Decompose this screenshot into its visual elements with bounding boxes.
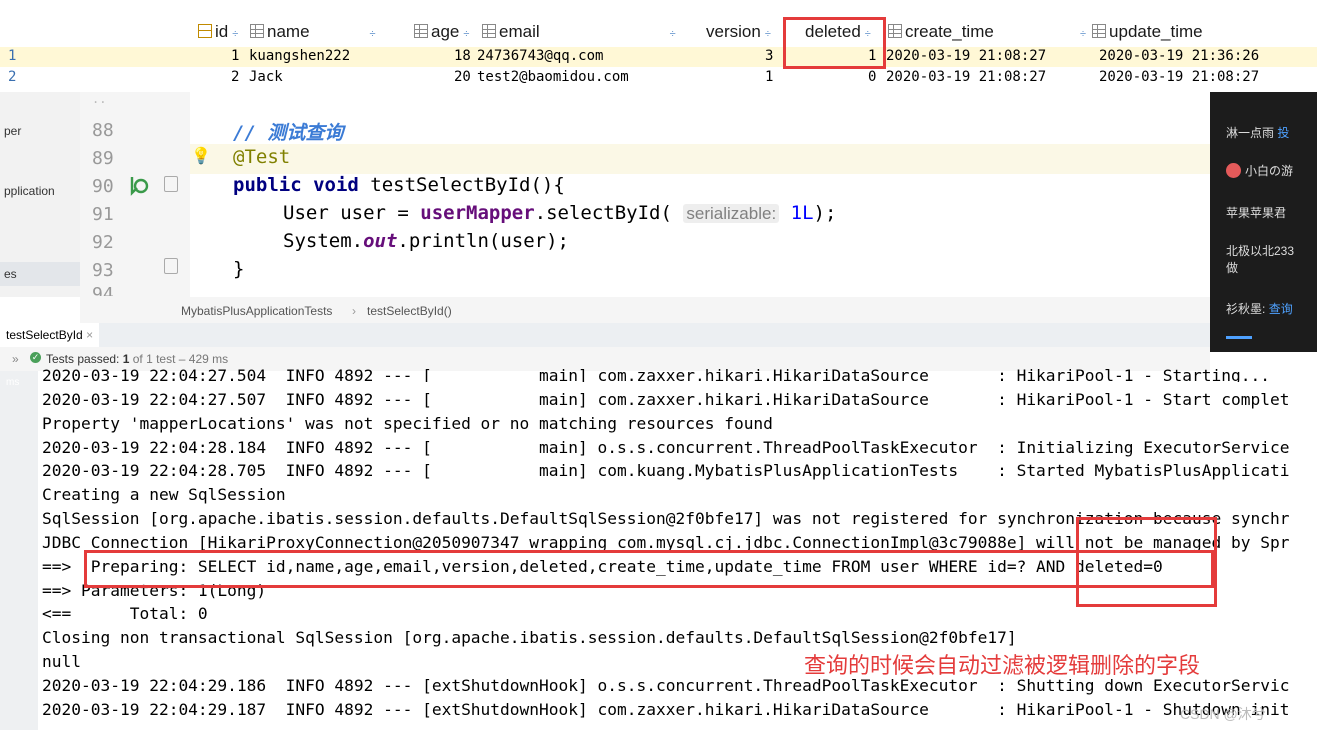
- project-sidebar: per pplication es: [0, 92, 80, 297]
- code-closing-brace: }: [233, 258, 245, 280]
- comment-item[interactable]: 北极以北233 做: [1226, 242, 1294, 276]
- project-item[interactable]: pplication: [4, 184, 55, 198]
- code-print-line: System.out.println(user);: [283, 230, 569, 252]
- code-method-signature: public void testSelectById(){: [233, 174, 565, 196]
- line-number: 91: [92, 204, 114, 225]
- table-column-icon: [482, 24, 496, 38]
- line-number: 88: [92, 120, 114, 141]
- table-row[interactable]: 1 1 kuangshen222 18 24736743@qq.com 3 1 …: [0, 47, 1317, 67]
- cell-age[interactable]: 20: [454, 69, 471, 85]
- cell-version[interactable]: 3: [765, 48, 773, 64]
- deleted-condition-highlight: [1076, 517, 1217, 607]
- console-line: 2020-03-19 22:04:28.705 INFO 4892 --- [ …: [42, 461, 1290, 480]
- check-icon: ✓: [30, 352, 41, 363]
- annotation-text: 查询的时候会自动过滤被逻辑删除的字段: [804, 654, 1201, 679]
- code-annotation: @Test: [233, 146, 291, 168]
- cell-id[interactable]: 1: [231, 48, 239, 64]
- cell-age[interactable]: 18: [454, 48, 471, 64]
- code-select-line: User user = userMapper.selectById( seria…: [283, 202, 837, 224]
- cell-email[interactable]: test2@baomidou.com: [477, 69, 629, 85]
- console-line: Creating a new SqlSession: [42, 485, 286, 504]
- console-line: Property 'mapperLocations' was not speci…: [42, 414, 773, 433]
- row-number: 2: [8, 69, 17, 85]
- cell-update-time[interactable]: 2020-03-19 21:36:26: [1099, 48, 1259, 64]
- console-line: 2020-03-19 22:04:28.184 INFO 4892 --- [ …: [42, 438, 1290, 457]
- close-icon[interactable]: ×: [86, 328, 93, 342]
- run-tab[interactable]: testSelectById ×: [0, 323, 100, 347]
- lightbulb-icon[interactable]: 💡: [191, 146, 211, 165]
- run-test-icon[interactable]: [128, 174, 150, 200]
- cell-update-time[interactable]: 2020-03-19 21:08:27: [1099, 69, 1259, 85]
- table-column-icon: [888, 24, 902, 38]
- grid-header: id ÷ name ÷ age ÷ email ÷ version ÷ deleted ÷ …: [0, 0, 1317, 46]
- table-column-icon: [1092, 24, 1107, 38]
- cell-create-time[interactable]: 2020-03-19 21:08:27: [886, 48, 1046, 64]
- project-item-selected[interactable]: es: [0, 262, 80, 286]
- sql-highlight-box: [84, 550, 1214, 588]
- watermark: CSDN @沐兮: [1180, 706, 1266, 722]
- sort-icon[interactable]: ÷: [370, 28, 376, 40]
- fold-icon[interactable]: [164, 258, 178, 274]
- console-line: Closing non transactional SqlSession [or…: [42, 628, 1017, 647]
- column-header-update-time[interactable]: ÷ update_time: [1080, 22, 1203, 42]
- column-header-email[interactable]: email ÷: [482, 22, 676, 42]
- key-icon: [198, 24, 212, 38]
- cell-version[interactable]: 1: [765, 69, 773, 85]
- line-number: ..: [92, 92, 107, 106]
- breadcrumb-separator: ›: [352, 304, 356, 318]
- test-status: Tests passed: 1 of 1 test – 429 ms: [46, 352, 229, 366]
- run-tab-bar: testSelectById ×: [0, 323, 1210, 347]
- line-number: 94: [92, 284, 114, 296]
- cell-email[interactable]: 24736743@qq.com: [477, 48, 603, 64]
- cell-name[interactable]: Jack: [249, 69, 283, 85]
- column-header-age[interactable]: age ÷: [414, 22, 469, 42]
- console-line: 2020-03-19 22:04:29.187 INFO 4892 --- [e…: [42, 700, 1290, 719]
- code-comment: // 测试查询: [233, 122, 344, 144]
- line-number: 92: [92, 232, 114, 253]
- column-header-version[interactable]: version ÷: [706, 22, 771, 42]
- cell-id[interactable]: 2: [231, 69, 239, 85]
- comment-item[interactable]: 苹果苹果君: [1226, 204, 1286, 221]
- table-row[interactable]: 2 2 Jack 20 test2@baomidou.com 1 0 2020-…: [0, 68, 1317, 88]
- line-number: 89: [92, 148, 114, 169]
- table-column-icon: [250, 24, 264, 38]
- console-line: null: [42, 652, 81, 671]
- console-line: <== Total: 0: [42, 604, 208, 623]
- console-line: 2020-03-19 22:04:27.507 INFO 4892 --- [ …: [42, 390, 1290, 409]
- parameter-hint: serializable:: [683, 204, 780, 223]
- project-item[interactable]: per: [4, 124, 21, 138]
- sort-icon[interactable]: ÷: [463, 28, 469, 40]
- line-number: 90: [92, 176, 114, 197]
- breadcrumb-class[interactable]: MybatisPlusApplicationTests: [181, 304, 332, 318]
- console-line: 2020-03-19 22:04:27.504 INFO 4892 --- [ …: [42, 366, 1270, 382]
- comment-item[interactable]: 小白の游: [1226, 162, 1293, 179]
- avatar: [1226, 163, 1241, 178]
- current-line-highlight: [190, 144, 1210, 174]
- comment-item[interactable]: 淋一点雨 投: [1226, 124, 1289, 141]
- cell-deleted[interactable]: 0: [868, 69, 876, 85]
- scroll-indicator: [1226, 336, 1252, 339]
- cell-name[interactable]: kuangshen222: [249, 48, 350, 64]
- breadcrumb-method[interactable]: testSelectById(): [367, 304, 452, 318]
- column-header-id[interactable]: id ÷: [198, 22, 238, 42]
- line-number: 93: [92, 260, 114, 281]
- fold-icon[interactable]: [164, 176, 178, 192]
- sort-icon[interactable]: ÷: [1080, 28, 1086, 40]
- breadcrumb: MybatisPlusApplicationTests › testSelect…: [80, 297, 1210, 323]
- expand-icon[interactable]: »: [12, 352, 19, 366]
- column-header-name[interactable]: name ÷: [250, 22, 376, 42]
- console-sidebar: ms: [0, 371, 38, 730]
- comments-overlay: 淋一点雨 投 小白の游 苹果苹果君 北极以北233 做 衫秋墨: 查询: [1210, 92, 1317, 352]
- cell-create-time[interactable]: 2020-03-19 21:08:27: [886, 69, 1046, 85]
- comment-item[interactable]: 衫秋墨: 查询: [1226, 300, 1293, 317]
- column-header-create-time[interactable]: create_time: [888, 22, 994, 42]
- row-number: 1: [8, 48, 17, 64]
- sort-icon[interactable]: ÷: [232, 28, 238, 40]
- deleted-column-highlight: [783, 17, 886, 69]
- result-grid: id ÷ name ÷ age ÷ email ÷ version ÷ deleted ÷ …: [0, 0, 1317, 92]
- table-column-icon: [414, 24, 428, 38]
- sort-icon[interactable]: ÷: [670, 28, 676, 40]
- sort-icon[interactable]: ÷: [765, 28, 771, 40]
